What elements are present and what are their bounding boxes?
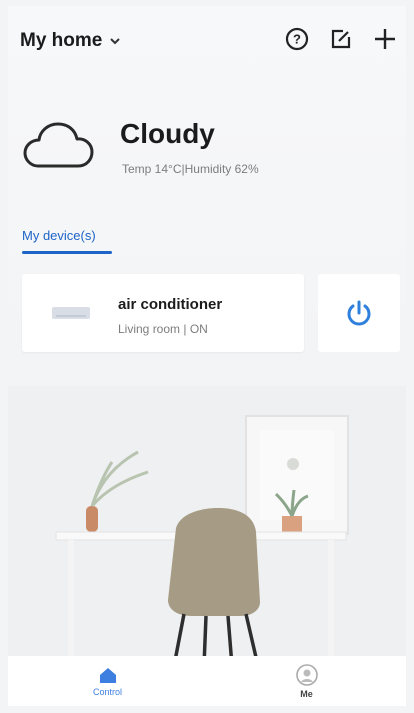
power-button[interactable] xyxy=(318,274,400,352)
home-icon xyxy=(99,667,116,683)
home-selector[interactable]: My home xyxy=(20,30,122,52)
nav-label-control: Control xyxy=(92,686,122,697)
edit-button[interactable] xyxy=(326,24,356,54)
power-icon xyxy=(347,300,371,326)
weather-panel: Cloudy Temp 14°C|Humidity 62% xyxy=(22,110,392,180)
header-actions: ? xyxy=(282,24,400,54)
device-name: air conditioner xyxy=(118,296,223,313)
plant-pot xyxy=(282,516,302,534)
tab-active-indicator xyxy=(22,251,112,254)
app-screen: My home ? Cloudy Temp 14°C|Humidity 62% … xyxy=(8,6,406,706)
nav-label-me: Me xyxy=(300,688,313,699)
cloud-icon xyxy=(23,122,94,168)
weather-condition: Cloudy xyxy=(120,118,215,149)
bottom-navigation: Control Me xyxy=(8,656,406,706)
device-card-air-conditioner[interactable]: air conditioner Living room | ON xyxy=(22,274,304,352)
device-status: Living room | ON xyxy=(118,322,208,336)
add-icon xyxy=(375,29,395,49)
room-illustration xyxy=(8,386,406,666)
chair-seat xyxy=(168,508,260,616)
help-icon: ? xyxy=(285,27,309,51)
ac-icon xyxy=(52,307,90,319)
weather-details: Temp 14°C|Humidity 62% xyxy=(122,162,259,176)
help-button[interactable]: ? xyxy=(282,24,312,54)
nav-item-me[interactable]: Me xyxy=(207,656,406,706)
home-title: My home xyxy=(20,30,103,51)
vase xyxy=(86,506,98,532)
header: My home ? xyxy=(8,6,406,76)
svg-text:?: ? xyxy=(293,32,301,47)
nav-item-control[interactable]: Control xyxy=(8,656,207,706)
profile-icon xyxy=(295,663,318,686)
tab-label: My device(s) xyxy=(22,228,96,243)
edit-icon xyxy=(331,29,351,49)
chevron-down-icon xyxy=(110,38,121,45)
add-button[interactable] xyxy=(370,24,400,54)
tab-my-devices[interactable]: My device(s) xyxy=(22,228,112,254)
